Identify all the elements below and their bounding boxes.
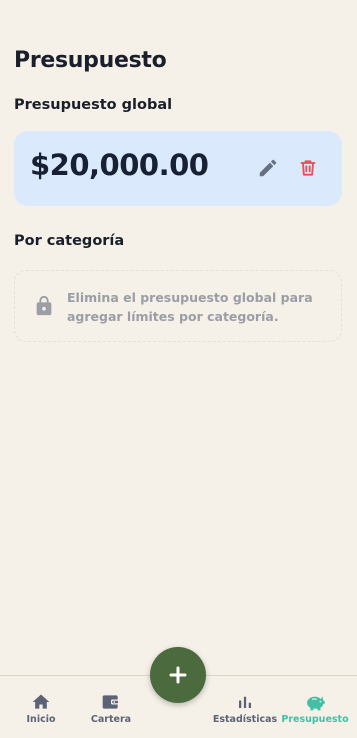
piggy-bank-icon xyxy=(307,696,325,711)
wallet-icon xyxy=(102,695,120,709)
budget-amount: $20,000.00 xyxy=(30,148,209,182)
add-transaction-button[interactable] xyxy=(150,647,206,703)
category-locked-card: Elimina el presupuesto global para agreg… xyxy=(14,270,342,342)
global-budget-card: $20,000.00 xyxy=(14,131,342,206)
delete-budget-button[interactable] xyxy=(293,153,323,183)
nav-label: Inicio xyxy=(26,714,56,725)
plus-icon xyxy=(169,666,187,684)
nav-item-presupuesto[interactable]: Presupuesto xyxy=(281,676,349,738)
edit-budget-button[interactable] xyxy=(253,153,283,183)
nav-label: Cartera xyxy=(90,714,132,725)
nav-label: Estadísticas xyxy=(212,714,278,725)
trash-icon xyxy=(300,160,316,176)
bar-chart-icon xyxy=(239,696,251,708)
pencil-icon xyxy=(259,159,277,177)
lock-icon xyxy=(36,295,52,316)
nav-label: Presupuesto xyxy=(281,714,349,725)
global-budget-title: Presupuesto global xyxy=(14,97,173,113)
nav-item-cartera[interactable]: Cartera xyxy=(88,676,134,738)
locked-message: Elimina el presupuesto global para agreg… xyxy=(67,290,313,324)
category-budget-title: Por categoría xyxy=(14,233,125,249)
home-icon xyxy=(32,694,50,709)
page-title: Presupuesto xyxy=(14,48,167,73)
nav-item-inicio[interactable]: Inicio xyxy=(22,676,60,738)
nav-item-estadisticas[interactable]: Estadísticas xyxy=(212,676,278,738)
